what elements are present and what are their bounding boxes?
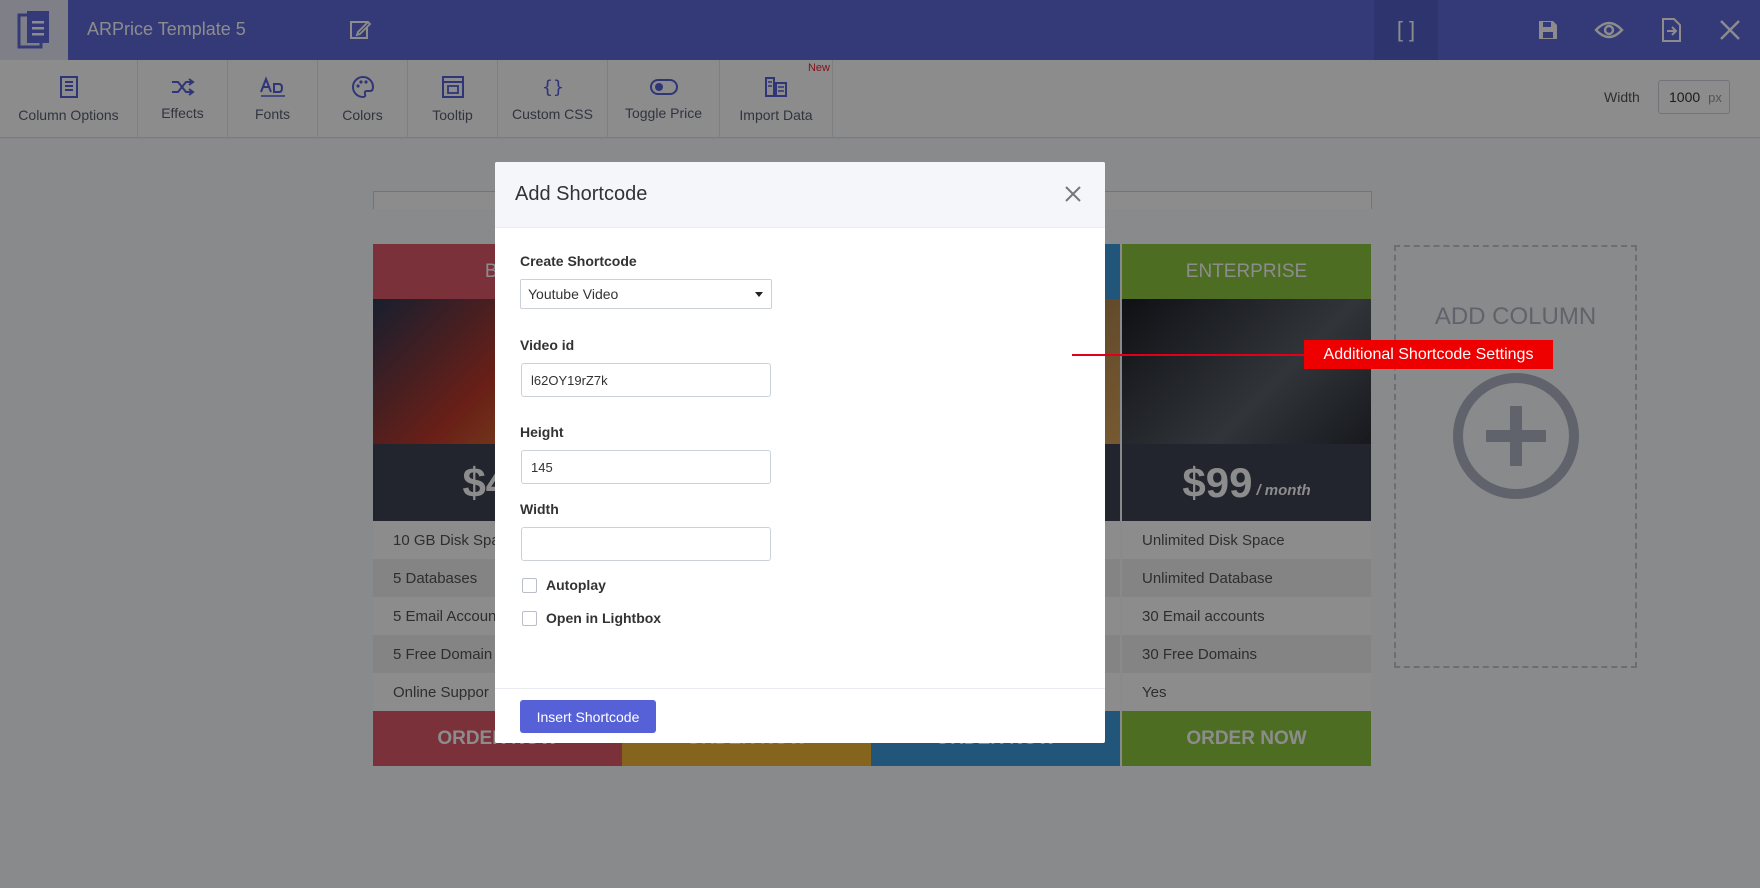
height-input[interactable]: 145 bbox=[521, 450, 771, 484]
select-value: Youtube Video bbox=[528, 286, 619, 302]
shortcode-type-select[interactable]: Youtube Video bbox=[520, 279, 772, 309]
video-id-input[interactable]: l62OY19rZ7k bbox=[521, 363, 771, 397]
video-id-label: Video id bbox=[520, 337, 575, 353]
chevron-down-icon bbox=[755, 292, 763, 297]
width-label: Width bbox=[520, 501, 559, 517]
lightbox-checkbox[interactable] bbox=[522, 611, 537, 626]
add-shortcode-modal: Add Shortcode Create Shortcode Youtube V… bbox=[495, 162, 1105, 743]
lightbox-label: Open in Lightbox bbox=[546, 610, 662, 626]
autoplay-label: Autoplay bbox=[546, 577, 606, 593]
width-input[interactable] bbox=[521, 527, 771, 561]
callout-line bbox=[1072, 354, 1304, 356]
insert-shortcode-button[interactable]: Insert Shortcode bbox=[520, 700, 656, 733]
autoplay-checkbox[interactable] bbox=[522, 578, 537, 593]
modal-title: Add Shortcode bbox=[495, 162, 1105, 228]
height-label: Height bbox=[520, 424, 564, 440]
close-icon[interactable] bbox=[1061, 182, 1085, 206]
callout-label: Additional Shortcode Settings bbox=[1304, 340, 1553, 369]
create-shortcode-label: Create Shortcode bbox=[520, 253, 637, 269]
